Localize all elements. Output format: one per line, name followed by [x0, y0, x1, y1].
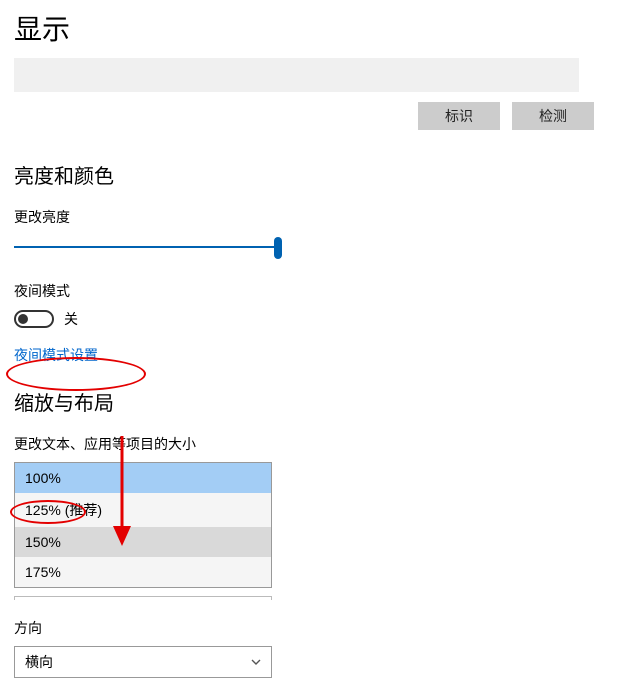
scale-dropdown-edge	[14, 596, 272, 600]
orientation-select[interactable]: 横向	[14, 646, 272, 678]
night-mode-label: 夜间模式	[14, 281, 626, 301]
orientation-value: 横向	[25, 652, 53, 672]
orientation-label: 方向	[14, 618, 626, 638]
scale-option-175[interactable]: 175%	[15, 557, 271, 587]
night-mode-toggle[interactable]	[14, 310, 54, 328]
slider-track	[14, 246, 282, 248]
brightness-slider[interactable]	[14, 235, 282, 259]
detect-button[interactable]: 检测	[512, 102, 594, 130]
night-mode-settings-link[interactable]: 夜间模式设置	[14, 345, 626, 365]
page-title: 显示	[14, 0, 626, 54]
display-preview	[14, 58, 579, 92]
slider-thumb[interactable]	[274, 237, 282, 259]
brightness-section-heading: 亮度和颜色	[14, 160, 626, 189]
scale-option-100[interactable]: 100%	[15, 463, 271, 493]
scale-option-150[interactable]: 150%	[15, 527, 271, 557]
identify-button[interactable]: 标识	[418, 102, 500, 130]
chevron-down-icon	[251, 657, 261, 667]
scale-section-heading: 缩放与布局	[14, 387, 626, 416]
scale-label: 更改文本、应用等项目的大小	[14, 434, 626, 454]
scale-option-125[interactable]: 125% (推荐)	[15, 493, 271, 527]
night-mode-state: 关	[64, 309, 78, 329]
toggle-knob	[18, 314, 28, 324]
brightness-label: 更改亮度	[14, 207, 626, 227]
display-actions: 标识 检测	[14, 102, 626, 130]
scale-dropdown[interactable]: 100% 125% (推荐) 150% 175%	[14, 462, 272, 588]
